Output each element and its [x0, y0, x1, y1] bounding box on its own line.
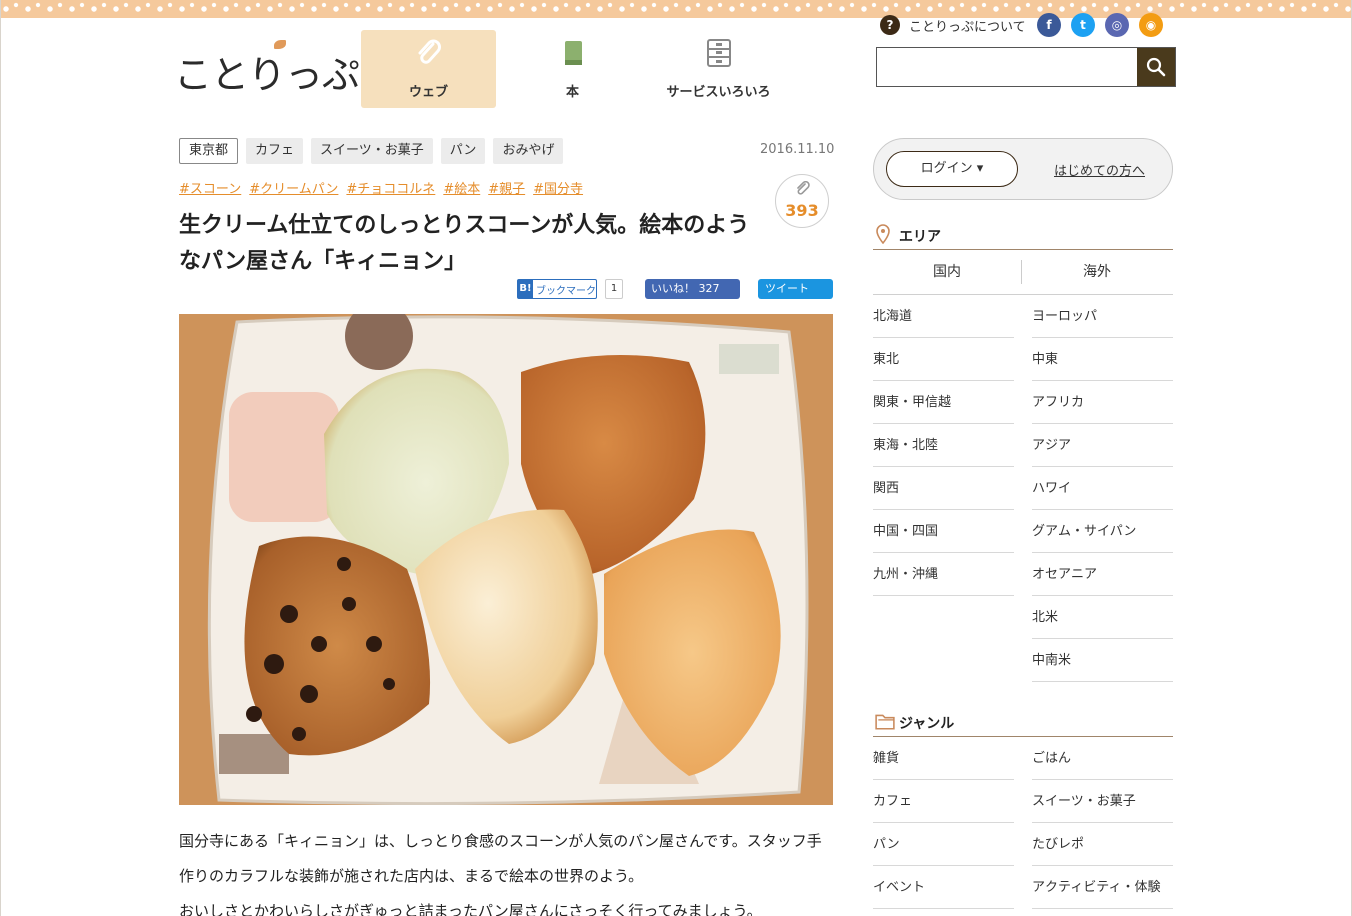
facebook-like-button[interactable]: いいね！ 327	[645, 279, 740, 299]
article-hero-image	[179, 314, 833, 805]
genre-link[interactable]: たびレポ	[1032, 823, 1173, 866]
tab-overseas[interactable]: 海外	[1023, 250, 1171, 295]
area-link[interactable]: 中南米	[1032, 639, 1173, 682]
genre-title: ジャンル	[899, 716, 955, 732]
article-body: 国分寺にある「キィニョン」は、しっとり食感のスコーンが人気のパン屋さんです。スタ…	[179, 824, 833, 916]
hashtag-family[interactable]: #親子	[488, 178, 525, 197]
area-tabs: 国内 海外	[873, 250, 1173, 295]
genre-link[interactable]: アクティビティ・体験	[1032, 866, 1173, 909]
nav-web[interactable]: ウェブ	[361, 30, 496, 108]
area-link[interactable]: オセアニア	[1032, 553, 1173, 596]
about-link[interactable]: ことりっぷについて	[909, 16, 1037, 35]
facebook-icon[interactable]: f	[1037, 13, 1061, 37]
folder-icon	[875, 714, 895, 730]
share-buttons: B! ブックマーク 1 いいね！ 327 ツイート	[517, 279, 833, 299]
area-link[interactable]: 北海道	[873, 295, 1014, 338]
genre-link[interactable]: カフェ	[873, 780, 1014, 823]
area-link[interactable]: ハワイ	[1032, 467, 1173, 510]
clip-count: 393	[785, 201, 819, 220]
paperclip-icon	[797, 181, 810, 195]
logo-text: ことりっぷ	[174, 53, 360, 97]
rss-icon[interactable]: ◉	[1139, 13, 1163, 37]
genre-link[interactable]: ごはん	[1032, 737, 1173, 780]
hashtag-chococornet[interactable]: #チョココルネ	[346, 178, 435, 197]
area-link[interactable]: 関西	[873, 467, 1014, 510]
category-tags: 東京都 カフェ スイーツ・お菓子 パン おみやげ	[179, 138, 571, 164]
tag-tokyo[interactable]: 東京都	[179, 138, 239, 164]
hashtag-creampan[interactable]: #クリームパン	[249, 178, 338, 197]
hashtag-kokubunji[interactable]: #国分寺	[533, 178, 583, 197]
tag-souvenir[interactable]: おみやげ	[493, 138, 564, 164]
genre-link[interactable]: イベント	[873, 866, 1014, 909]
area-link[interactable]: 九州・沖縄	[873, 553, 1014, 596]
article-date: 2016.11.10	[760, 142, 835, 157]
search-input[interactable]	[877, 48, 1137, 86]
area-link[interactable]: 中東	[1032, 338, 1173, 381]
article-title: 生クリーム仕立てのしっとりスコーンが人気。絵本のようなパン屋さん「キィニョン」	[179, 213, 750, 274]
tab-divider	[1021, 260, 1022, 284]
genre-link[interactable]: 雑貨	[873, 737, 1014, 780]
area-title: エリア	[899, 229, 941, 245]
tag-cafe[interactable]: カフェ	[246, 138, 304, 164]
genre-link[interactable]: パン	[873, 823, 1014, 866]
hashtag-picturebook[interactable]: #絵本	[443, 178, 480, 197]
tweet-button[interactable]: ツイート	[758, 279, 833, 299]
drawer-icon	[706, 39, 731, 67]
area-link[interactable]: アフリカ	[1032, 381, 1173, 424]
nav-services[interactable]: サービスいろいろ	[651, 30, 786, 108]
book-icon	[564, 41, 582, 65]
genre-section-header: ジャンル	[873, 711, 1173, 737]
map-pin-icon	[876, 224, 890, 244]
search-icon	[1146, 57, 1166, 77]
tag-sweets[interactable]: スイーツ・お菓子	[311, 138, 433, 164]
first-time-link[interactable]: はじめての方へ	[1054, 160, 1145, 179]
header-about-row: ? ことりっぷについて f t ◎ ◉	[880, 12, 1163, 38]
nav-web-label: ウェブ	[408, 85, 448, 100]
twitter-icon[interactable]: t	[1071, 13, 1095, 37]
hatena-label: ブックマーク	[536, 285, 596, 297]
area-link[interactable]: 中国・四国	[873, 510, 1014, 553]
login-panel: ログイン ▾ はじめての方へ	[873, 138, 1173, 200]
area-link[interactable]: 東北	[873, 338, 1014, 381]
area-link[interactable]: 北米	[1032, 596, 1173, 639]
hatena-count: 1	[605, 279, 623, 299]
area-link[interactable]: ヨーロッパ	[1032, 295, 1173, 338]
article-paragraph: おいしさとかわいらしさがぎゅっと詰まったパン屋さんにさっそく行ってみましょう。	[179, 902, 762, 916]
nav-book[interactable]: 本	[505, 30, 640, 108]
article-paragraph: 国分寺にある「キィニョン」は、しっとり食感のスコーンが人気のパン屋さんです。スタ…	[179, 832, 822, 885]
site-logo[interactable]: ことりっぷ	[174, 40, 360, 97]
area-link[interactable]: アジア	[1032, 424, 1173, 467]
nav-book-label: 本	[565, 85, 579, 100]
scones-photo	[179, 314, 833, 805]
area-link[interactable]: 関東・甲信越	[873, 381, 1014, 424]
hatena-icon: B!	[518, 280, 533, 298]
tag-bread[interactable]: パン	[440, 138, 486, 164]
search-box	[876, 47, 1176, 87]
genre-link[interactable]: スイーツ・お菓子	[1032, 780, 1173, 823]
hashtag-list: #スコーン #クリームパン #チョココルネ #絵本 #親子 #国分寺	[179, 178, 591, 197]
genre-list-right: ごはん スイーツ・お菓子 たびレポ アクティビティ・体験	[1032, 737, 1173, 909]
search-button[interactable]	[1137, 48, 1175, 86]
clip-button[interactable]: 393	[775, 174, 829, 228]
area-link[interactable]: 東海・北陸	[873, 424, 1014, 467]
domestic-area-list: 北海道 東北 関東・甲信越 東海・北陸 関西 中国・四国 九州・沖縄	[873, 295, 1014, 596]
login-button[interactable]: ログイン ▾	[886, 151, 1018, 187]
hashtag-scone[interactable]: #スコーン	[179, 178, 241, 197]
overseas-area-list: ヨーロッパ 中東 アフリカ アジア ハワイ グアム・サイパン オセアニア 北米 …	[1032, 295, 1173, 682]
tab-domestic[interactable]: 国内	[873, 250, 1021, 295]
hatena-bookmark-button[interactable]: B! ブックマーク	[517, 279, 597, 299]
area-section-header: エリア	[873, 224, 1173, 250]
paperclip-icon	[418, 39, 441, 64]
instagram-icon[interactable]: ◎	[1105, 13, 1129, 37]
nav-services-label: サービスいろいろ	[666, 85, 771, 100]
area-link[interactable]: グアム・サイパン	[1032, 510, 1173, 553]
question-icon: ?	[880, 15, 900, 35]
genre-list-left: 雑貨 カフェ パン イベント	[873, 737, 1014, 909]
